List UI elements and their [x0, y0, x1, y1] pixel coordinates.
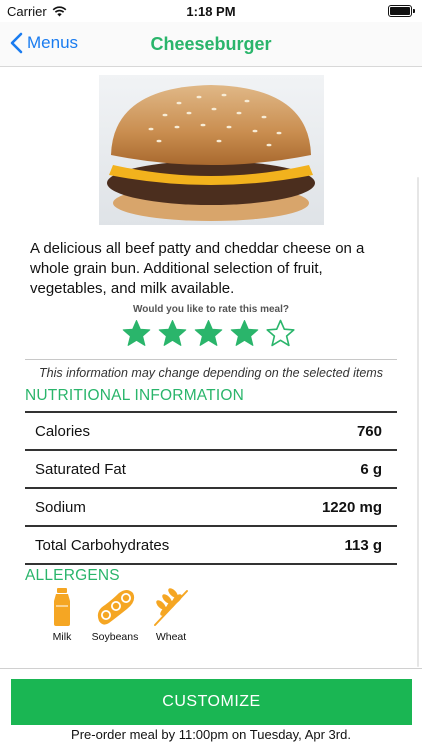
meal-image: [99, 75, 324, 225]
star-empty-icon[interactable]: [266, 319, 295, 348]
star-rating[interactable]: [122, 319, 295, 348]
allergen-soybeans: Soybeans: [91, 587, 139, 643]
nutrition-row-calories: Calories 760: [25, 413, 397, 451]
nutrition-value: 6 g: [360, 460, 382, 478]
nutrition-row-sodium: Sodium 1220 mg: [25, 489, 397, 527]
rate-prompt: Would you like to rate this meal?: [133, 304, 289, 315]
star-filled-icon[interactable]: [194, 319, 223, 348]
customize-button[interactable]: CUSTOMIZE: [11, 679, 412, 725]
nutrition-value: 1220 mg: [321, 498, 382, 516]
allergen-label: Milk: [52, 631, 72, 643]
allergens-section-title: ALLERGENS: [25, 567, 120, 584]
nutrition-label: Sodium: [35, 498, 86, 516]
soybean-icon: [93, 587, 137, 627]
allergen-list: Milk Soybeans Wheat: [45, 587, 191, 643]
nutrition-row-saturated-fat: Saturated Fat 6 g: [25, 451, 397, 489]
preorder-deadline: Pre-order meal by 11:00pm on Tuesday, Ap…: [71, 727, 351, 742]
nav-bar: Menus Cheeseburger: [0, 22, 422, 67]
allergen-milk: Milk: [45, 587, 79, 643]
milk-bottle-icon: [52, 587, 72, 627]
nutrition-label: Calories: [35, 422, 91, 440]
status-time: 1:18 PM: [186, 4, 236, 19]
nutrition-label: Saturated Fat: [35, 460, 126, 478]
nutrition-table: Calories 760 Saturated Fat 6 g Sodium 12…: [25, 411, 397, 565]
cheeseburger-illustration: [99, 75, 324, 225]
allergen-label: Soybeans: [91, 631, 139, 643]
nutrition-label: Total Carbohydrates: [35, 536, 170, 554]
status-bar: Carrier 1:18 PM: [0, 0, 422, 22]
disclaimer-text: This information may change depending on…: [39, 366, 383, 380]
back-button[interactable]: Menus: [10, 32, 78, 54]
back-label: Menus: [27, 33, 79, 52]
nutrition-row-total-carbohydrates: Total Carbohydrates 113 g: [25, 527, 397, 565]
divider: [25, 359, 397, 360]
meal-description: A delicious all beef patty and cheddar c…: [30, 240, 365, 297]
nutrition-section-title: NUTRITIONAL INFORMATION: [25, 387, 245, 404]
meal-detail-scroll[interactable]: A delicious all beef patty and cheddar c…: [0, 67, 422, 669]
footer-divider: [0, 668, 422, 669]
scrollbar[interactable]: [417, 177, 419, 667]
star-filled-icon[interactable]: [158, 319, 187, 348]
star-filled-icon[interactable]: [230, 319, 259, 348]
allergen-wheat: Wheat: [151, 587, 191, 643]
star-filled-icon[interactable]: [122, 319, 151, 348]
wheat-icon: [151, 587, 191, 627]
chevron-left-icon: [10, 32, 23, 54]
battery-icon: [388, 5, 415, 17]
nutrition-value: 760: [356, 422, 382, 440]
allergen-label: Wheat: [155, 631, 187, 643]
nutrition-value: 113 g: [344, 536, 382, 554]
